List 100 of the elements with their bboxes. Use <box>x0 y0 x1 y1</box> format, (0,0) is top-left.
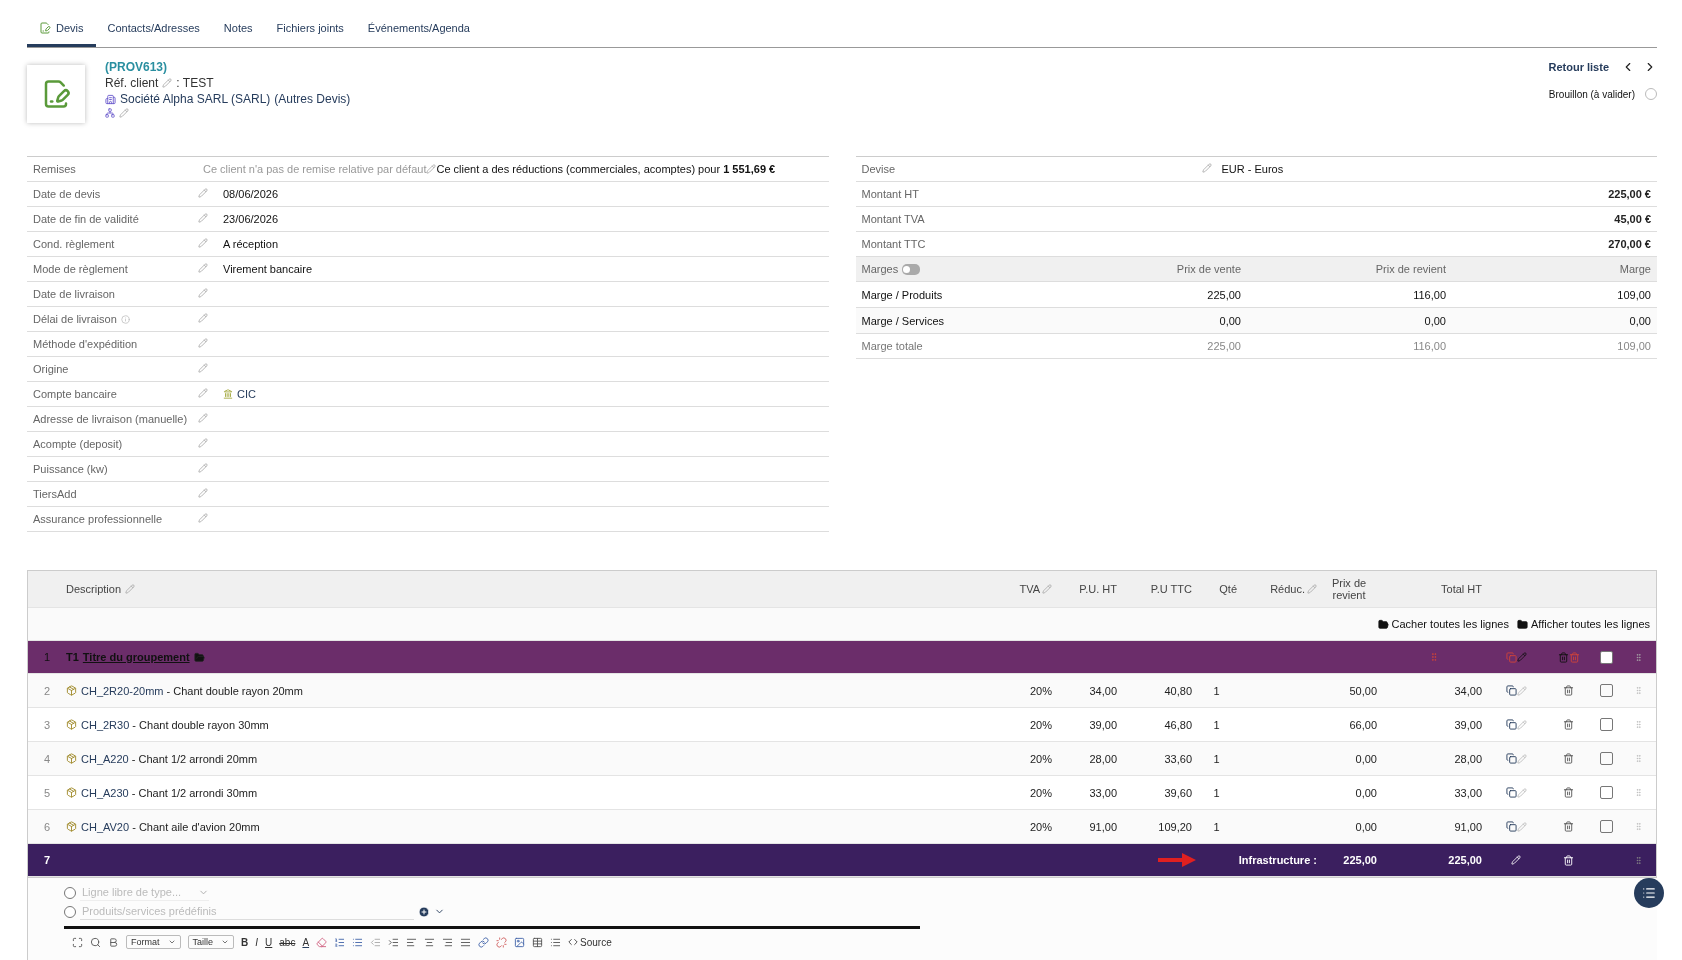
link-icon[interactable] <box>478 936 490 948</box>
table-cell-text: 39,00 <box>1088 718 1118 731</box>
checkbox[interactable] <box>1599 718 1613 731</box>
copy-icon[interactable] <box>1505 685 1517 696</box>
table-cell-text: 39,00 <box>1453 718 1483 731</box>
drag-handle-icon[interactable] <box>1634 855 1643 865</box>
table-cell-text: 1 <box>1212 752 1221 765</box>
tab[interactable]: Devis <box>27 12 96 47</box>
checkbox[interactable] <box>1599 752 1613 765</box>
list-icon <box>1642 886 1656 900</box>
folder-icon[interactable] <box>193 651 205 663</box>
list-icon[interactable] <box>550 936 562 948</box>
table-cell-text: 34,00 <box>1088 684 1118 697</box>
drag-handle-icon[interactable] <box>1634 686 1643 695</box>
amount: 225,00 € <box>1607 188 1651 200</box>
source-button[interactable]: Source <box>568 936 612 948</box>
product-search-field[interactable]: Produits/services prédéfinis <box>80 903 414 920</box>
edit-icon[interactable] <box>1516 753 1527 764</box>
delete-icon[interactable] <box>1563 753 1574 764</box>
tab[interactable]: Fichiers joints <box>264 12 356 47</box>
drag-handle-icon[interactable] <box>1634 788 1643 797</box>
drag-handle-icon[interactable] <box>1634 822 1643 831</box>
product-link[interactable]: CH_A220 <box>81 752 129 765</box>
product-description: CH_AV20 - Chant aile d'avion 20mm <box>81 820 260 833</box>
add-icon[interactable] <box>418 905 430 918</box>
delete-icon[interactable] <box>1563 854 1574 866</box>
toggle-switch[interactable] <box>902 263 921 275</box>
product-link[interactable]: CH_AV20 <box>81 820 130 833</box>
checkbox[interactable] <box>1599 786 1613 799</box>
company-link[interactable]: Société Alpha SARL (SARL) <box>120 92 271 106</box>
italic-button[interactable]: I <box>255 936 259 948</box>
copy-icon[interactable] <box>1505 753 1517 764</box>
drag-handle-icon[interactable] <box>1634 652 1643 662</box>
field-label: Délai de livraison <box>33 313 117 325</box>
show-all-lines-link[interactable]: Afficher toutes les lignes <box>1516 618 1650 630</box>
unlink-icon[interactable] <box>496 936 508 948</box>
product-link[interactable]: CH_2R20-20mm <box>81 684 164 697</box>
numbered-list-icon[interactable] <box>334 936 346 948</box>
field-value: Virement bancaire <box>223 263 313 275</box>
drag-handle-icon[interactable] <box>1634 754 1643 763</box>
edit-icon[interactable] <box>1516 821 1527 832</box>
size-dropdown[interactable]: Taille <box>187 935 235 949</box>
folder-icon <box>1516 618 1528 630</box>
align-left-icon[interactable] <box>406 936 418 948</box>
building-icon <box>105 93 116 105</box>
table-cell-text: 109,00 <box>1616 288 1651 301</box>
maximize-icon[interactable] <box>72 936 83 948</box>
drag-handle-icon[interactable] <box>1634 720 1643 729</box>
column-header: Qté <box>1219 583 1237 595</box>
radio-button[interactable] <box>64 905 76 918</box>
copy-icon[interactable] <box>1505 821 1517 832</box>
delete-icon[interactable] <box>1563 787 1574 798</box>
eraser-icon[interactable] <box>316 936 328 948</box>
other-quotes-link[interactable]: (Autres Devis) <box>274 92 351 106</box>
delete-icon[interactable] <box>1563 821 1574 832</box>
image-icon[interactable] <box>514 936 526 948</box>
bank-account-link[interactable]: CIC <box>237 388 256 400</box>
edit-icon[interactable] <box>1516 719 1527 730</box>
back-to-list-link[interactable]: Retour liste <box>1548 61 1609 73</box>
search-icon[interactable] <box>90 936 101 948</box>
delete-icon[interactable] <box>1563 719 1574 730</box>
network-icon[interactable] <box>105 108 115 118</box>
strikethrough-button[interactable]: abc <box>279 936 296 948</box>
bulleted-list-icon[interactable] <box>352 936 364 948</box>
table-cell-text: 91,00 <box>1088 820 1118 833</box>
line-number: 5 <box>42 786 52 799</box>
outdent-icon[interactable] <box>370 936 382 948</box>
tab[interactable]: Contacts/Adresses <box>95 12 212 47</box>
product-link[interactable]: CH_2R30 <box>81 718 130 731</box>
underline-button[interactable]: U <box>265 936 273 948</box>
text-color-button[interactable]: A <box>302 936 310 948</box>
radio-button[interactable] <box>64 886 76 899</box>
folder-icon <box>1377 618 1389 630</box>
align-justify-icon[interactable] <box>460 936 472 948</box>
tab[interactable]: Événements/Agenda <box>355 12 482 47</box>
align-right-icon[interactable] <box>442 936 454 948</box>
delete-icon[interactable] <box>1563 685 1574 696</box>
align-center-icon[interactable] <box>424 936 436 948</box>
table-cell-text: 39,60 <box>1163 786 1193 799</box>
table-cell-text: 20% <box>1028 718 1053 731</box>
edit-icon[interactable] <box>1516 685 1527 696</box>
copy-icon[interactable] <box>1505 719 1517 730</box>
product-description: CH_A220 - Chant 1/2 arrondi 20mm <box>81 752 258 765</box>
menu-button[interactable] <box>1634 878 1664 908</box>
hide-all-lines-link[interactable]: Cacher toutes les lignes <box>1377 618 1509 630</box>
tab[interactable]: Notes <box>211 12 265 47</box>
indent-icon[interactable] <box>388 936 400 948</box>
product-link[interactable]: CH_A230 <box>81 786 129 799</box>
field-label: Devise <box>861 163 896 175</box>
table-icon[interactable] <box>532 936 544 948</box>
checkbox[interactable] <box>1599 650 1613 664</box>
copy-icon[interactable] <box>1505 787 1517 798</box>
edit-icon[interactable] <box>1516 787 1527 798</box>
bold-button[interactable]: B <box>241 936 249 948</box>
checkbox[interactable] <box>1599 684 1613 697</box>
line-type-select[interactable]: Ligne libre de type... <box>80 884 209 901</box>
format-dropdown[interactable]: Format <box>126 935 181 949</box>
field-label: Date de livraison <box>33 288 115 300</box>
column-header: TVA <box>1019 583 1040 595</box>
checkbox[interactable] <box>1599 820 1613 833</box>
